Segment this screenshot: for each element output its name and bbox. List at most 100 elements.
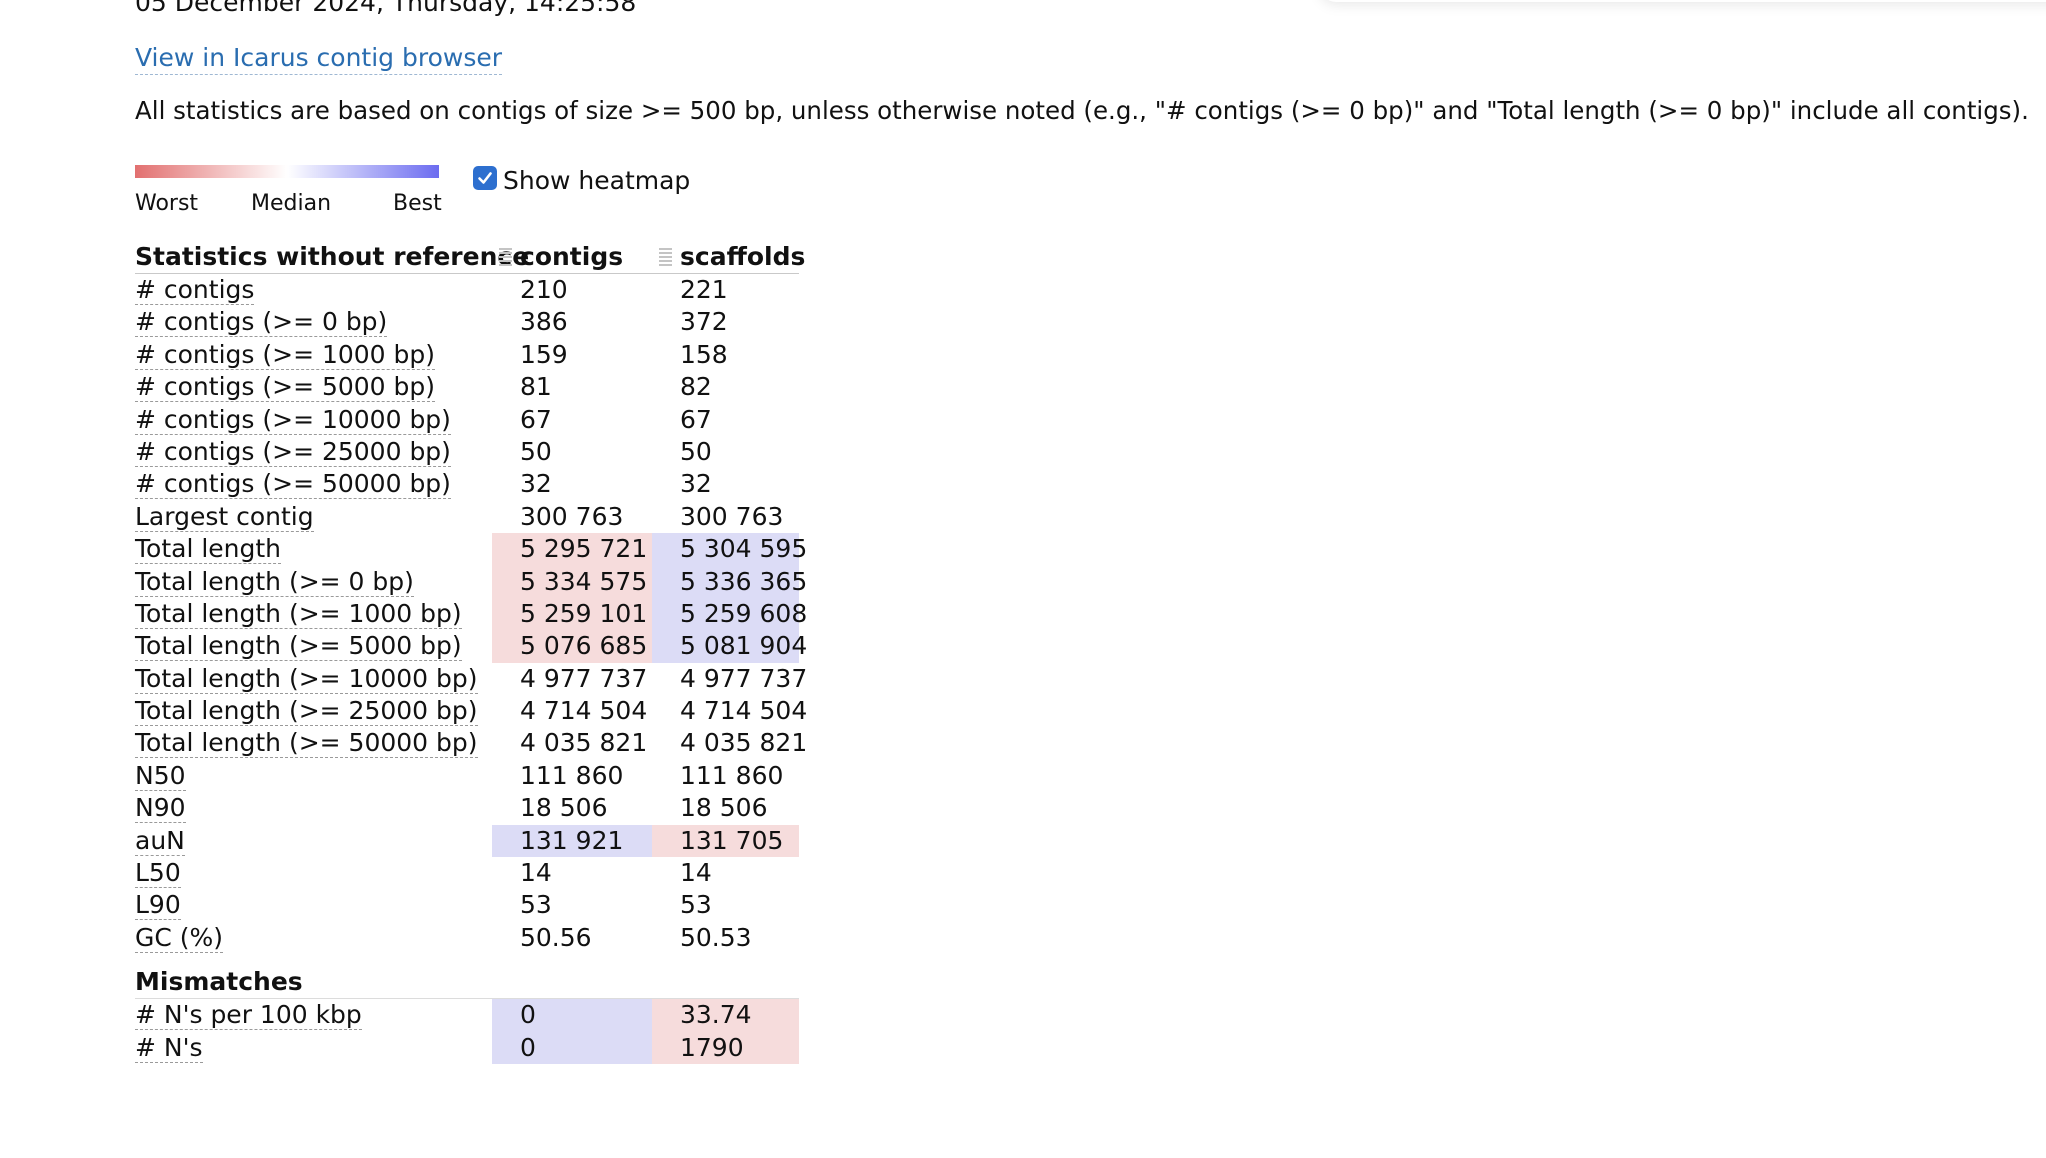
table-row: Total length 5 295 721 5 304 595 — [135, 533, 807, 566]
scaffolds-value: 4 977 737 — [680, 663, 808, 693]
scaffolds-value: 300 763 — [680, 501, 784, 531]
scaffolds-value: 50 — [680, 436, 712, 466]
metric-label[interactable]: Total length (>= 10000 bp) — [135, 663, 478, 694]
scaffolds-value: 5 259 608 — [652, 597, 807, 631]
contigs-value: 4 977 737 — [520, 663, 648, 693]
metric-label[interactable]: # contigs — [135, 275, 255, 305]
contigs-value: 14 — [520, 858, 552, 888]
table-row: Total length (>= 1000 bp) 5 259 101 5 259 … — [135, 597, 807, 631]
contigs-value: 159 — [520, 339, 568, 369]
contigs-value: 5 295 721 — [492, 533, 652, 566]
contigs-value: 81 — [520, 372, 552, 402]
metric-label[interactable]: # N's — [135, 1032, 203, 1063]
scaffolds-value: 67 — [680, 404, 712, 434]
table-row: Total length (>= 5000 bp) 5 076 685 5 081 … — [135, 630, 807, 663]
metric-label[interactable]: # contigs (>= 5000 bp) — [135, 372, 436, 403]
scaffolds-value: 131 705 — [652, 824, 799, 858]
scaffolds-value: 158 — [680, 339, 728, 369]
checkmark-icon — [478, 172, 492, 184]
contigs-value: 32 — [520, 469, 552, 499]
metric-cell: # contigs — [135, 274, 255, 306]
column-drag-handle-icon[interactable] — [499, 248, 512, 266]
metric-label[interactable]: auN — [135, 825, 185, 856]
contigs-value: 0 — [492, 1031, 652, 1064]
table-row: # contigs (>= 1000 bp) 159 158 — [135, 339, 799, 371]
contigs-value: 4 714 504 — [520, 696, 648, 726]
metric-cell: auN — [135, 825, 185, 857]
header-scaffolds: scaffolds — [680, 242, 806, 271]
heatmap-gradient-bar — [135, 165, 439, 178]
metric-label[interactable]: Total length (>= 50000 bp) — [135, 728, 478, 759]
header-statistics-without-reference: Statistics without reference — [135, 242, 530, 271]
metric-label[interactable]: Total length (>= 1000 bp) — [135, 598, 462, 629]
metric-cell: Largest contig — [135, 501, 314, 533]
scaffolds-value: 18 506 — [680, 793, 768, 823]
contigs-value: 18 506 — [520, 793, 608, 823]
scaffolds-value: 372 — [680, 307, 728, 337]
contigs-value: 300 763 — [520, 501, 624, 531]
metric-cell: # contigs (>= 50000 bp) — [135, 468, 451, 500]
metric-label[interactable]: Total length (>= 0 bp) — [135, 566, 414, 597]
metric-label[interactable]: # contigs (>= 0 bp) — [135, 307, 388, 338]
table-row: # N's 0 1790 — [135, 1031, 799, 1064]
contigs-value: 5 334 575 — [492, 565, 652, 598]
table-row: # contigs (>= 25000 bp) 50 50 — [135, 436, 799, 468]
scaffolds-value: 5 336 365 — [652, 565, 807, 598]
metric-label[interactable]: Largest contig — [135, 501, 314, 532]
metric-label[interactable]: # contigs (>= 10000 bp) — [135, 404, 451, 435]
metric-cell: GC (%) — [135, 922, 224, 954]
metric-label[interactable]: # N's per 100 kbp — [135, 1000, 362, 1031]
metric-label[interactable]: Total length (>= 25000 bp) — [135, 696, 478, 727]
table-row: # contigs (>= 50000 bp) 32 32 — [135, 468, 799, 500]
metric-cell: # contigs (>= 10000 bp) — [135, 404, 451, 436]
legend-best-label: Best — [393, 191, 442, 216]
contigs-value: 386 — [520, 307, 568, 337]
metric-cell: Total length (>= 25000 bp) — [135, 695, 478, 727]
metric-label[interactable]: # contigs (>= 1000 bp) — [135, 339, 436, 370]
metric-cell: N50 — [135, 760, 186, 792]
metric-label[interactable]: Total length — [135, 534, 282, 565]
contigs-value: 5 076 685 — [492, 630, 652, 663]
table-header: Statistics without reference contigs sca… — [135, 240, 805, 274]
metric-label[interactable]: GC (%) — [135, 922, 224, 953]
metric-cell: Total length (>= 50000 bp) — [135, 727, 478, 759]
metric-cell: Total length — [135, 533, 282, 565]
contigs-value: 111 860 — [520, 760, 624, 790]
contigs-value: 50 — [520, 436, 552, 466]
mismatches-title: Mismatches — [135, 967, 303, 997]
mismatches-section-header: Mismatches — [135, 954, 799, 1000]
show-heatmap-checkbox[interactable] — [473, 166, 497, 190]
metric-label[interactable]: L90 — [135, 890, 181, 921]
table-row: auN 131 921 131 705 — [135, 824, 799, 858]
column-drag-handle-icon[interactable] — [659, 248, 672, 266]
contigs-value: 0 — [492, 999, 652, 1032]
statistics-table: Statistics without reference contigs sca… — [135, 240, 808, 1064]
scaffolds-value: 50.53 — [680, 922, 752, 952]
metric-label[interactable]: N50 — [135, 760, 186, 791]
show-heatmap-label[interactable]: Show heatmap — [503, 165, 690, 197]
metric-cell: # N's — [135, 1032, 203, 1064]
table-row: Largest contig 300 763 300 763 — [135, 501, 799, 533]
scaffolds-value: 4 035 821 — [680, 728, 808, 758]
icarus-browser-link[interactable]: View in Icarus contig browser — [135, 42, 503, 75]
show-heatmap-toggle[interactable]: Show heatmap — [473, 159, 690, 197]
statistics-rows: # contigs 210 221 # contigs (>= 0 bp) 386 372… — [135, 274, 808, 954]
metric-cell: Total length (>= 5000 bp) — [135, 630, 462, 662]
contigs-value: 5 259 101 — [492, 597, 652, 631]
table-row: GC (%) 50.56 50.53 — [135, 922, 799, 954]
metric-label[interactable]: # contigs (>= 50000 bp) — [135, 469, 451, 500]
metric-label[interactable]: Total length (>= 5000 bp) — [135, 631, 462, 662]
metric-cell: # contigs (>= 0 bp) — [135, 306, 388, 338]
metric-label[interactable]: N90 — [135, 793, 186, 824]
legend-median-label: Median — [251, 191, 332, 216]
header-contigs: contigs — [520, 242, 624, 271]
metric-label[interactable]: L50 — [135, 858, 181, 889]
legend-labels: Worst Median Best — [135, 189, 442, 221]
metric-cell: N90 — [135, 792, 186, 824]
legend-worst-label: Worst — [135, 191, 199, 216]
table-row: # contigs (>= 10000 bp) 67 67 — [135, 404, 799, 436]
metric-label[interactable]: # contigs (>= 25000 bp) — [135, 436, 451, 467]
metric-cell: Total length (>= 10000 bp) — [135, 663, 478, 695]
report-datetime: 05 December 2024, Thursday, 14:25:58 — [135, 0, 637, 17]
table-row: L50 14 14 — [135, 857, 799, 889]
